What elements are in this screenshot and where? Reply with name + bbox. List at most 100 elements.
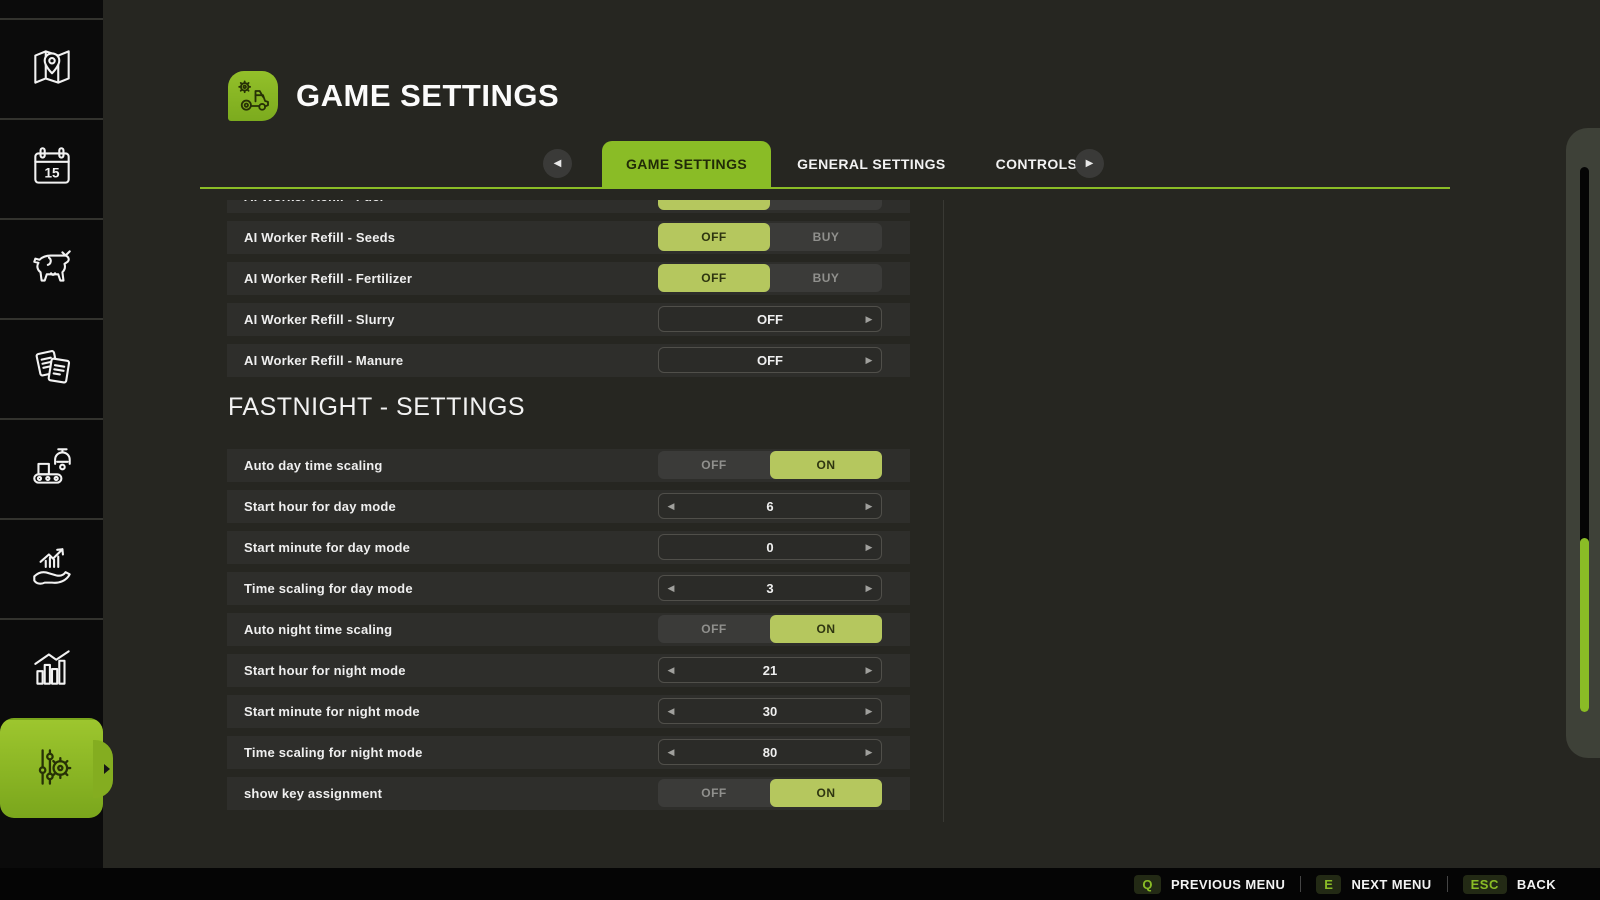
scrollbar-thumb[interactable] xyxy=(1580,538,1589,712)
value-stepper[interactable]: ◀ 80 ▶ xyxy=(658,739,882,765)
settings-row: Start hour for day mode ◀ 6 ▶ xyxy=(227,490,910,523)
setting-control: OFF ON xyxy=(658,779,882,807)
stepper-right-arrow-icon[interactable]: ▶ xyxy=(859,494,879,518)
stepper-value: OFF xyxy=(757,311,783,327)
tabs-next-button[interactable]: ▶ xyxy=(1075,149,1104,178)
toggle-group: OFFBUY xyxy=(658,264,882,292)
settings-row: AI Worker Refill - Manure◀OFF▶ xyxy=(227,344,910,377)
page-title: GAME SETTINGS xyxy=(296,78,560,113)
setting-control: OFF ON xyxy=(658,451,882,479)
key-badge-esc: ESC xyxy=(1462,874,1507,894)
scrollbar-track[interactable] xyxy=(1580,167,1589,712)
settings-row: Time scaling for night mode ◀ 80 ▶ xyxy=(227,736,910,769)
stepper-right-arrow-icon[interactable]: ▶ xyxy=(859,658,879,682)
setting-control: ◀ 80 ▶ xyxy=(658,738,882,766)
settings-list: AI Worker Refill - FuelOFFBUY AI Worker R… xyxy=(227,200,910,822)
stepper-value: OFF xyxy=(757,352,783,368)
footer-key-hints: Q PREVIOUS MENU E NEXT MENU ESC BACK xyxy=(0,868,1600,900)
toggle-option-off[interactable]: OFF xyxy=(658,451,770,479)
stepper-left-arrow-icon[interactable]: ◀ xyxy=(661,699,681,723)
settings-icon xyxy=(27,742,77,797)
settings-row: Start minute for day mode◀0▶ xyxy=(227,531,910,564)
value-stepper[interactable]: ◀ 6 ▶ xyxy=(658,493,882,519)
stepper-value: 21 xyxy=(762,662,778,678)
toggle-option-on[interactable]: ON xyxy=(770,779,882,807)
settings-row: Time scaling for day mode ◀ 3 ▶ xyxy=(227,572,910,605)
stepper-left-arrow-icon[interactable]: ◀ xyxy=(661,658,681,682)
toggle-option-off[interactable]: OFF xyxy=(658,223,770,251)
toggle-option-buy[interactable]: BUY xyxy=(770,264,882,292)
settings-row: AI Worker Refill - Fertilizer OFF BUY xyxy=(227,262,910,295)
stepper-value: 0 xyxy=(766,539,774,555)
toggle-option-off[interactable]: OFF xyxy=(658,779,770,807)
toggle-group: OFFBUY xyxy=(658,223,882,251)
svg-text:15: 15 xyxy=(44,165,60,180)
stepper-value: 80 xyxy=(762,744,778,760)
value-stepper[interactable]: ◀ 21 ▶ xyxy=(658,657,882,683)
toggle-option-buy[interactable]: BUY xyxy=(770,200,882,210)
settings-row: Start hour for night mode ◀ 21 ▶ xyxy=(227,654,910,687)
stepper-right-arrow-icon[interactable]: ▶ xyxy=(859,535,879,559)
stepper-right-arrow-icon[interactable]: ▶ xyxy=(859,699,879,723)
sidebar-item-calendar[interactable]: 15 xyxy=(0,118,103,218)
toggle-option-off[interactable]: OFF xyxy=(658,200,770,210)
sidebar-item-finances[interactable] xyxy=(0,518,103,618)
sidebar: 15 xyxy=(0,0,103,868)
hint-previous-menu[interactable]: Q PREVIOUS MENU xyxy=(1134,874,1286,894)
toggle-group: OFF ON xyxy=(658,779,882,807)
settings-row: AI Worker Refill - Seeds OFF BUY xyxy=(227,221,910,254)
value-stepper[interactable]: ◀ 3 ▶ xyxy=(658,575,882,601)
hint-label: PREVIOUS MENU xyxy=(1170,876,1286,892)
value-stepper[interactable]: ◀ 30 ▶ xyxy=(658,698,882,724)
animals-icon xyxy=(27,242,77,297)
key-badge-e: E xyxy=(1316,874,1342,894)
toggle-option-on[interactable]: ON xyxy=(770,615,882,643)
sidebar-item-production[interactable] xyxy=(0,418,103,518)
stepper-value: 3 xyxy=(766,580,774,596)
stepper-left-arrow-icon[interactable]: ◀ xyxy=(661,494,681,518)
setting-control: ◀OFF▶ xyxy=(658,346,882,374)
toggle-option-off[interactable]: OFF xyxy=(658,615,770,643)
tab-game-settings[interactable]: GAME SETTINGS xyxy=(602,141,772,187)
tabs-prev-button[interactable]: ◀ xyxy=(543,149,572,178)
settings-row: Auto night time scaling OFF ON xyxy=(227,613,910,646)
sidebar-item-contracts[interactable] xyxy=(0,318,103,418)
hint-back[interactable]: ESC BACK xyxy=(1462,874,1556,894)
setting-control: ◀ 3 ▶ xyxy=(658,574,882,602)
setting-control: OFFBUY xyxy=(658,264,882,292)
tab-general-settings[interactable]: GENERAL SETTINGS xyxy=(773,141,970,187)
stepper-right-arrow-icon[interactable]: ▶ xyxy=(859,576,879,600)
toggle-group: OFFBUY xyxy=(658,200,882,210)
stepper-right-arrow-icon[interactable]: ▶ xyxy=(859,307,879,331)
setting-control: ◀OFF▶ xyxy=(658,305,882,333)
footer-separator xyxy=(1300,876,1302,892)
value-stepper[interactable]: ◀OFF▶ xyxy=(658,306,882,332)
settings-row: Start minute for night mode ◀ 30 ▶ xyxy=(227,695,910,728)
section-title: FASTNIGHT - SETTINGS xyxy=(228,393,526,421)
sidebar-item-statistics[interactable] xyxy=(0,618,103,718)
settings-row: AI Worker Refill - FuelOFFBUY xyxy=(227,200,910,213)
stepper-left-arrow-icon[interactable]: ◀ xyxy=(661,740,681,764)
stepper-right-arrow-icon[interactable]: ▶ xyxy=(859,348,879,372)
toggle-group: OFF ON xyxy=(658,451,882,479)
value-stepper[interactable]: ◀OFF▶ xyxy=(658,347,882,373)
hint-label: NEXT MENU xyxy=(1351,876,1432,892)
sidebar-item-settings[interactable] xyxy=(0,718,103,818)
setting-control: ◀ 30 ▶ xyxy=(658,697,882,725)
toggle-option-off[interactable]: OFF xyxy=(658,264,770,292)
content-divider xyxy=(943,200,944,822)
setting-control: ◀ 6 ▶ xyxy=(658,492,882,520)
tab-underline xyxy=(200,187,1450,189)
tab-bar: GAME SETTINGS GENERAL SETTINGS CONTROLS xyxy=(602,141,1101,187)
finances-icon xyxy=(27,542,77,597)
toggle-option-on[interactable]: ON xyxy=(770,451,882,479)
toggle-option-buy[interactable]: BUY xyxy=(770,223,882,251)
setting-control: OFFBUY xyxy=(658,223,882,251)
sidebar-item-animals[interactable] xyxy=(0,218,103,318)
stepper-left-arrow-icon[interactable]: ◀ xyxy=(661,576,681,600)
value-stepper[interactable]: ◀0▶ xyxy=(658,534,882,560)
stepper-right-arrow-icon[interactable]: ▶ xyxy=(859,740,879,764)
setting-control: OFFBUY xyxy=(658,200,882,210)
hint-next-menu[interactable]: E NEXT MENU xyxy=(1316,874,1432,894)
sidebar-item-map[interactable] xyxy=(0,18,103,118)
